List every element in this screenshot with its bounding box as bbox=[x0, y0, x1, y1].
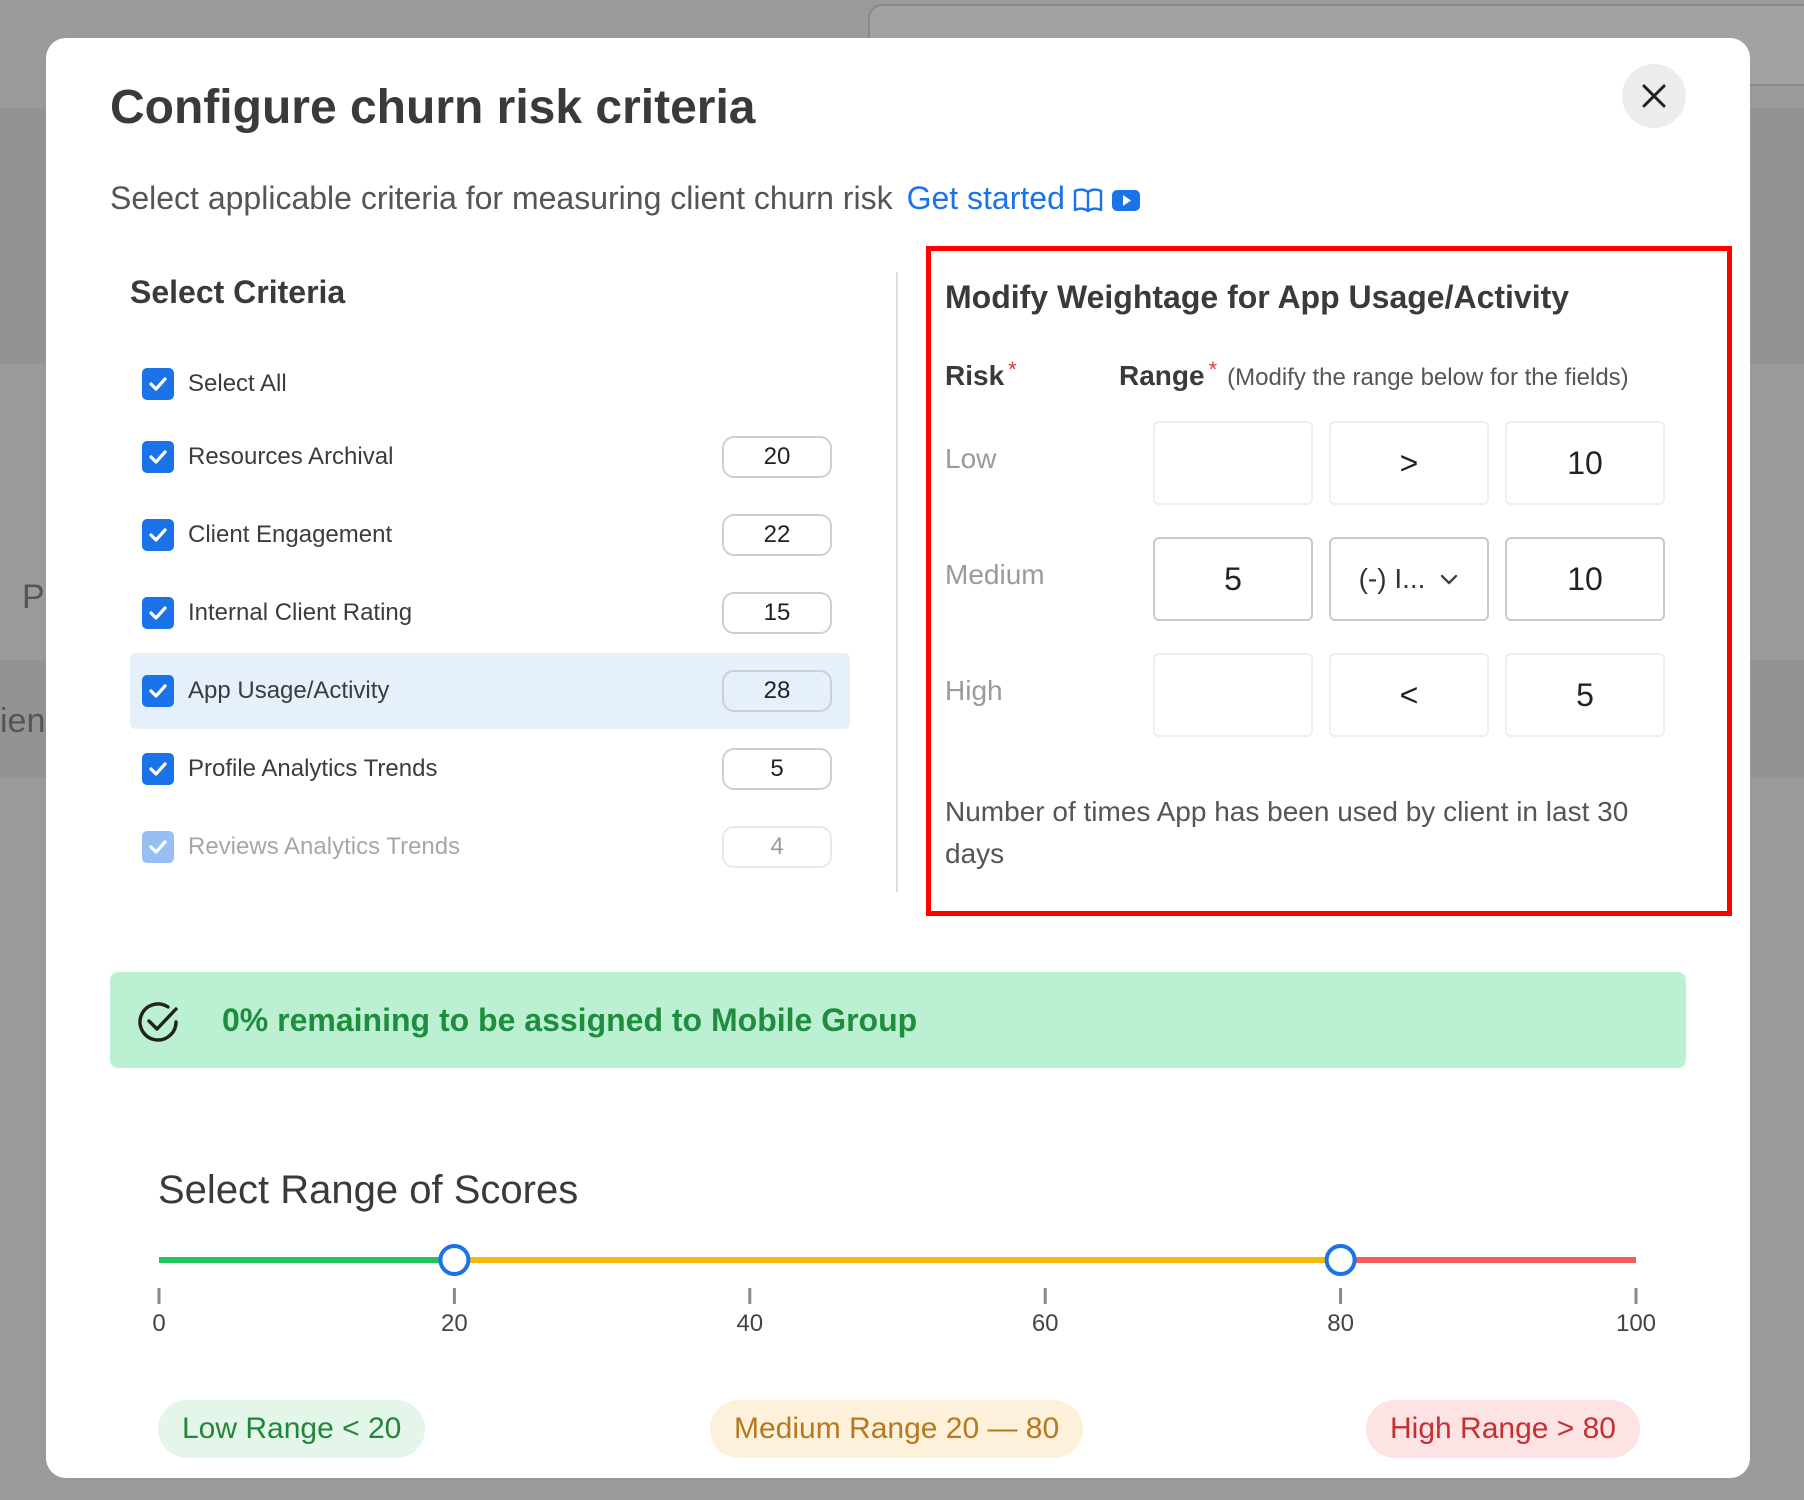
background-fragment: P bbox=[22, 578, 45, 616]
score-range-slider[interactable] bbox=[46, 38, 1750, 1478]
slider-handle-high[interactable] bbox=[1324, 1244, 1357, 1276]
slider-tick-label: 80 bbox=[1327, 1310, 1354, 1337]
background-fragment: ien bbox=[0, 702, 46, 740]
slider-tick-label: 20 bbox=[441, 1310, 468, 1337]
slider-handle-low[interactable] bbox=[438, 1244, 471, 1276]
slider-tick-label: 100 bbox=[1615, 1310, 1657, 1337]
configure-churn-dialog: Configure churn risk criteria Select app… bbox=[46, 38, 1750, 1478]
medium-range-pill: Medium Range 20 — 80 bbox=[710, 1400, 1084, 1458]
slider-tick-label: 40 bbox=[736, 1310, 764, 1337]
slider-tick-label: 0 bbox=[152, 1310, 166, 1337]
high-range-pill: High Range > 80 bbox=[1366, 1400, 1640, 1458]
low-range-pill: Low Range < 20 bbox=[158, 1400, 426, 1458]
slider-tick-label: 60 bbox=[1031, 1310, 1059, 1337]
